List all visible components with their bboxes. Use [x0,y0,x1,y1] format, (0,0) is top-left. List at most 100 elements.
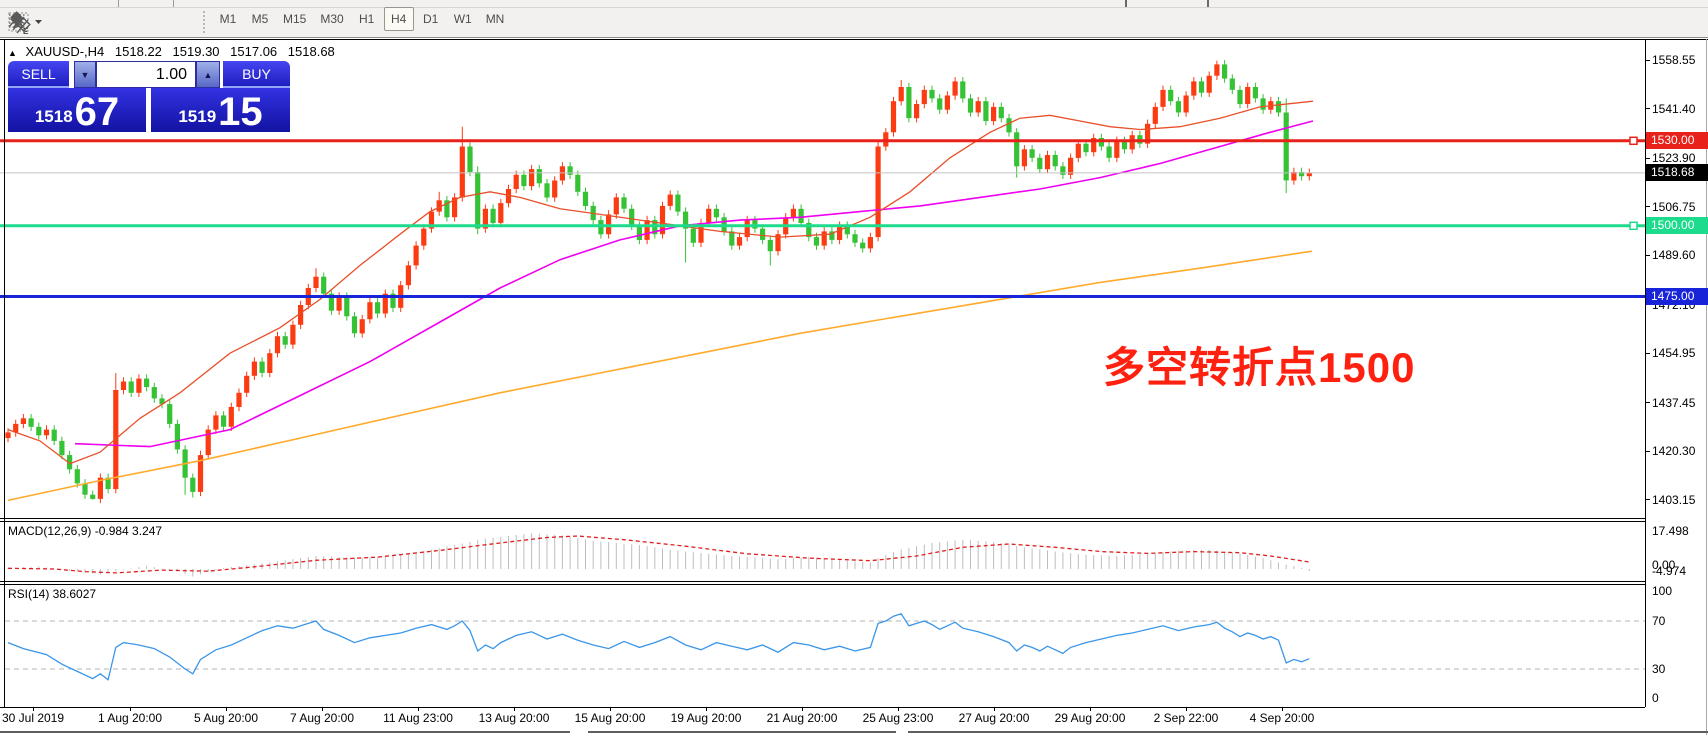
candle [21,414,26,428]
candle [737,233,742,250]
timeframe-button-mn[interactable]: MN [480,7,511,31]
macd-axis-label: 17.498 [1652,524,1689,538]
ohlc-open: 1518.22 [115,44,162,59]
candle [1214,61,1219,80]
chart-frame-left [4,39,5,707]
price-axis-label: 1403.15 [1652,493,1695,507]
candle [960,77,965,103]
candle [1014,128,1019,178]
candle [1045,151,1050,174]
candle [1160,86,1165,112]
candle [683,207,688,262]
price-axis-tick [1645,255,1650,256]
candle [183,445,188,495]
candle [175,420,180,454]
candle [444,196,449,222]
candle [822,227,827,250]
time-axis-label: 7 Aug 20:00 [290,711,354,725]
price-badge-1518.68: 1518.68 [1646,164,1708,181]
candle [1237,86,1242,109]
candle [260,357,265,377]
sell-price-display[interactable]: 1518 67 [8,88,146,132]
timeframe-button-h1[interactable]: H1 [352,7,382,31]
shapes-icon[interactable] [150,9,188,35]
rsi-chart[interactable] [0,583,1645,707]
candle [82,479,87,499]
price-axis-label: 1420.30 [1652,444,1695,458]
candle [283,332,288,349]
collapse-triangle-icon[interactable]: ▲ [8,48,17,58]
fibonacci-icon[interactable]: F [42,9,68,35]
timeframe-button-m5[interactable]: M5 [245,7,275,31]
candle [868,233,873,253]
candle [167,400,172,428]
timeframe-button-m15[interactable]: M15 [277,7,312,31]
candle [275,332,280,358]
bottom-tab-edge [588,731,896,733]
candle [906,83,911,123]
text-tool-icon[interactable]: A [78,9,104,35]
macd-chart[interactable] [0,520,1645,582]
candle [1006,114,1011,137]
pivot-line-1500-handle[interactable] [1630,222,1637,229]
candle [159,394,164,408]
candle [437,192,442,216]
candle [829,227,834,244]
candle [614,193,619,219]
volume-increase-button[interactable]: ▲ [196,61,220,88]
candle [313,268,318,292]
sell-button[interactable]: SELL [8,61,69,88]
candle [152,383,157,403]
buy-price-pips: 15 [218,93,263,131]
candle [645,216,650,244]
ohlc-low: 1517.06 [230,44,277,59]
price-axis-label: 1558.55 [1652,53,1695,67]
panel-separator[interactable] [0,521,1645,522]
timeframe-button-m1[interactable]: M1 [213,7,243,31]
volume-decrease-button[interactable]: ▼ [74,61,96,88]
symbol-label: XAUUSD-,H4 [26,44,105,59]
candle [521,171,526,191]
candle [1030,145,1035,162]
timeframe-button-h4[interactable]: H4 [384,7,414,31]
candle [452,193,457,221]
price-axis-tick [1645,499,1650,500]
candle [98,474,103,504]
panel-separator[interactable] [0,581,1645,582]
candle [290,321,295,349]
candle [1176,97,1181,117]
price-axis-tick [1645,60,1650,61]
chart-annotation-text[interactable]: 多空转折点1500 [1103,334,1415,395]
candle [714,205,719,222]
text-label-icon[interactable]: T [114,9,140,35]
candle [1060,162,1065,179]
candle [252,357,257,380]
toolbar-handle-tick [1125,0,1127,7]
buy-price-display[interactable]: 1519 15 [151,88,290,132]
sell-price-base: 1518 [35,107,73,127]
candle [1122,137,1127,154]
panel-separator[interactable] [0,518,1645,519]
rsi-label: RSI(14) 38.6027 [8,587,96,601]
volume-input[interactable] [96,61,196,88]
candle [13,420,18,437]
chart-frame-top [0,39,1708,40]
candle [529,165,534,191]
candle [144,374,149,391]
timeframe-button-w1[interactable]: W1 [448,7,478,31]
timeframe-group: M1M5M15M30H1H4D1W1MN [212,7,511,31]
ohlc-close: 1518.68 [288,44,335,59]
buy-button[interactable]: BUY [223,61,290,88]
resistance-line-1530-handle[interactable] [1630,137,1637,144]
candle [806,219,811,242]
candle [929,86,934,103]
time-axis-label: 21 Aug 20:00 [767,711,838,725]
candle [475,166,480,234]
candle [498,199,503,227]
timeframe-button-d1[interactable]: D1 [416,7,446,31]
candle [244,372,249,397]
price-axis-tick [1645,158,1650,159]
timeframe-button-m30[interactable]: M30 [314,7,349,31]
panel-separator[interactable] [0,584,1645,585]
candle [1230,74,1235,94]
